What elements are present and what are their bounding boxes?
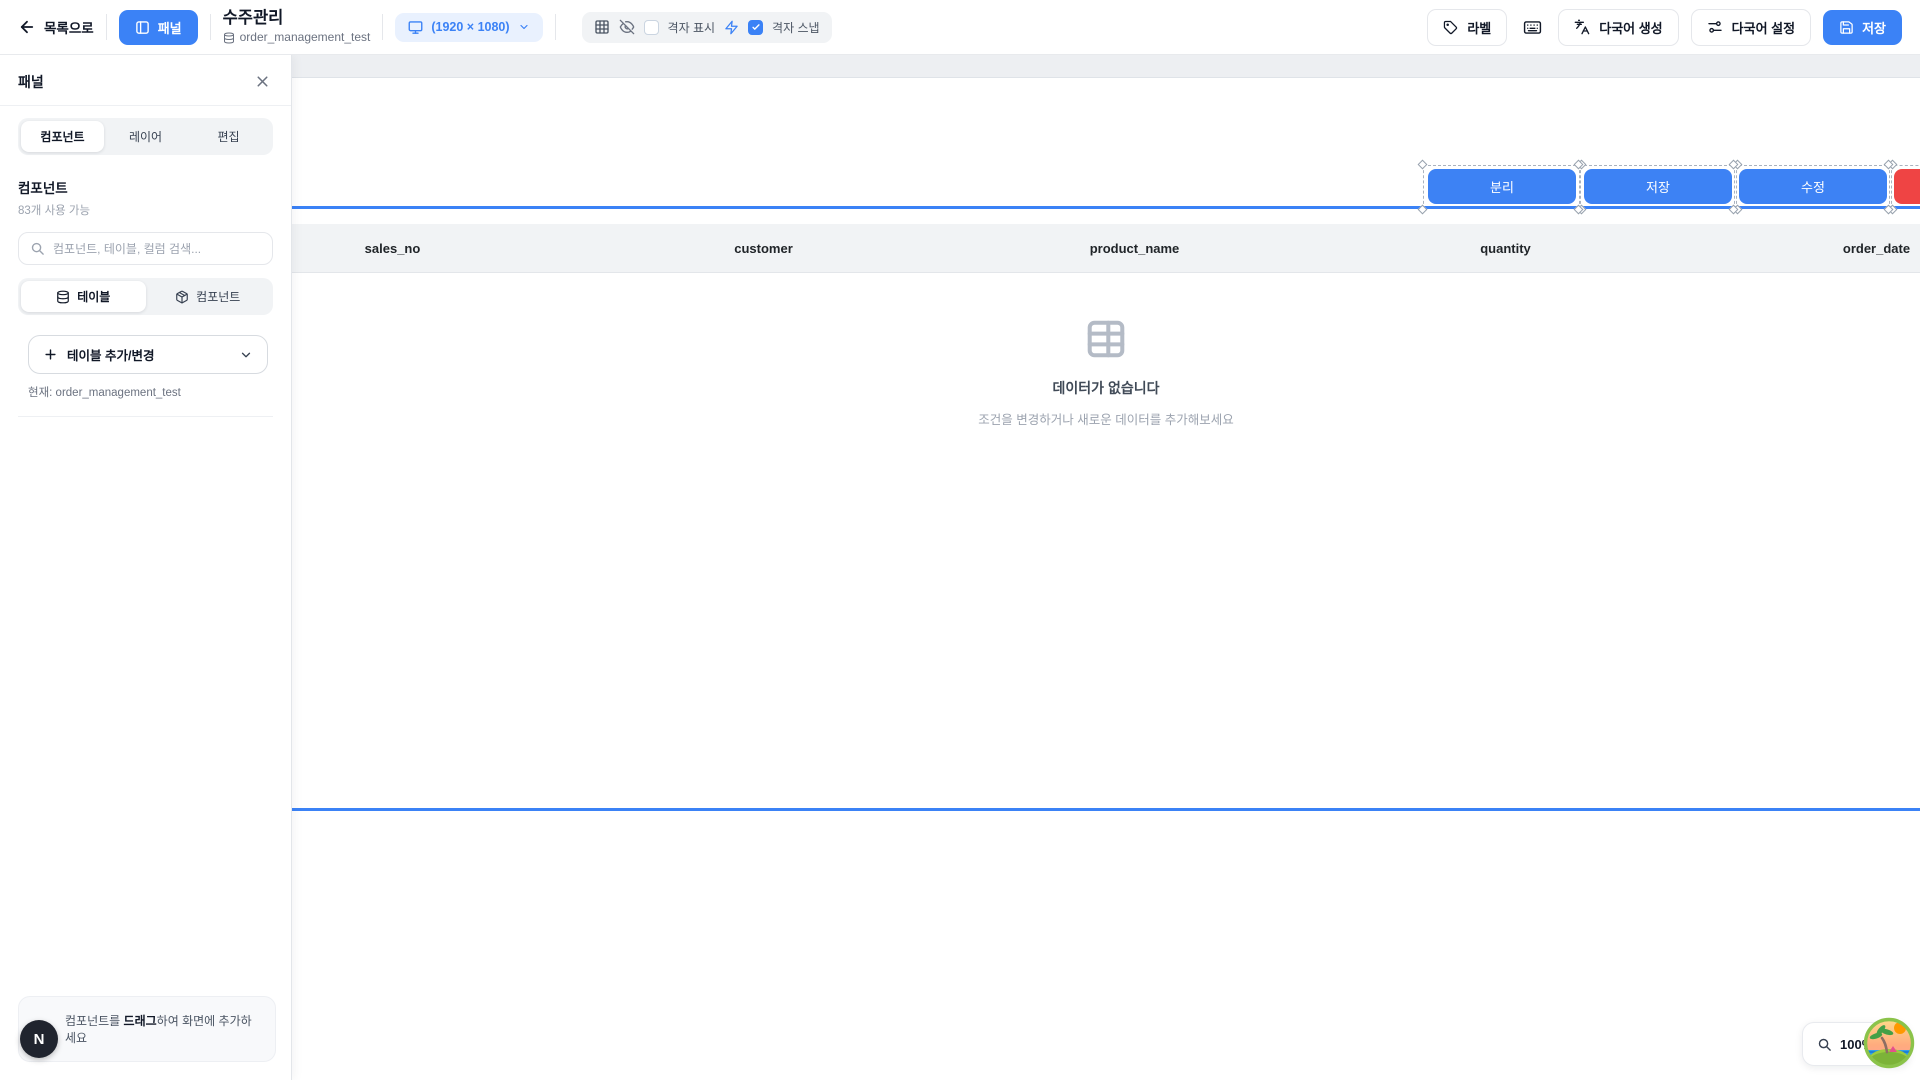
tab-components[interactable]: 컴포넌트 bbox=[21, 121, 104, 152]
lightning-icon bbox=[724, 20, 739, 35]
tab-edit[interactable]: 편집 bbox=[187, 121, 270, 152]
monitor-icon bbox=[408, 20, 423, 35]
save-button[interactable]: 저장 bbox=[1823, 10, 1902, 45]
empty-state-title: 데이터가 없습니다 bbox=[1053, 378, 1160, 398]
bound-table-name: order_management_test bbox=[240, 31, 371, 45]
column-header[interactable]: order_date bbox=[1691, 224, 1920, 273]
column-header[interactable]: customer bbox=[578, 224, 949, 273]
eye-off-icon bbox=[619, 19, 635, 35]
page-title-block: 수주관리 order_management_test bbox=[223, 9, 371, 45]
database-icon bbox=[223, 32, 235, 44]
sliders-icon bbox=[1707, 19, 1723, 35]
hint-prefix: 컴포넌트를 bbox=[65, 1014, 124, 1028]
table-selection-bottom-edge bbox=[292, 808, 1920, 811]
source-tables-button[interactable]: 테이블 bbox=[21, 281, 146, 312]
collaborator-avatar[interactable]: N bbox=[20, 1020, 58, 1058]
column-header[interactable]: sales_no bbox=[292, 224, 578, 273]
app: 목록으로 패널 수주관리 order_management_test (1920… bbox=[0, 0, 1920, 1080]
components-section-title: 컴포넌트 bbox=[18, 177, 273, 197]
save-button-text: 저장 bbox=[1862, 18, 1886, 37]
add-table-dropdown[interactable]: 테이블 추가/변경 bbox=[28, 335, 268, 374]
canvas-save-button[interactable]: 저장 bbox=[1584, 169, 1732, 204]
table-header-row: sales_no customer product_name quantity … bbox=[292, 224, 1920, 273]
panel-tabs: 컴포넌트 레이어 편집 bbox=[18, 118, 273, 155]
empty-table-icon bbox=[1083, 316, 1129, 362]
component-search[interactable] bbox=[18, 232, 273, 265]
empty-state-subtitle: 조건을 변경하거나 새로운 데이터를 추가해보세요 bbox=[978, 409, 1233, 428]
selection-box[interactable]: 분리 bbox=[1423, 165, 1581, 209]
add-table-label: 테이블 추가/변경 bbox=[67, 345, 154, 364]
label-button[interactable]: 라벨 bbox=[1427, 9, 1507, 46]
package-icon bbox=[175, 290, 189, 304]
grid-show-checkbox[interactable] bbox=[644, 20, 659, 35]
keyboard-shortcuts-button[interactable] bbox=[1519, 14, 1546, 41]
divider bbox=[210, 14, 211, 40]
table-selection-top-edge bbox=[292, 206, 1920, 209]
panel-toggle-button[interactable]: 패널 bbox=[119, 10, 198, 45]
grid-snap-label: 격자 스냅 bbox=[772, 19, 820, 36]
magnifier-icon bbox=[1817, 1037, 1832, 1052]
i18n-settings-button[interactable]: 다국어 설정 bbox=[1691, 9, 1811, 46]
back-to-list-button[interactable]: 목록으로 bbox=[18, 17, 94, 37]
resolution-dropdown[interactable]: (1920 × 1080) bbox=[395, 13, 542, 42]
avatar-initial: N bbox=[34, 1031, 45, 1048]
selection-box[interactable]: 수정 bbox=[1734, 165, 1892, 209]
component-panel: 패널 컴포넌트 레이어 편집 컴포넌트 83개 사용 가능 테이블 bbox=[0, 55, 292, 1080]
source-tables-label: 테이블 bbox=[77, 288, 110, 305]
current-table-label: 현재: order_management_test bbox=[28, 384, 263, 400]
panel-title: 패널 bbox=[18, 72, 44, 92]
search-input[interactable] bbox=[53, 242, 261, 256]
i18n-settings-text: 다국어 설정 bbox=[1732, 18, 1795, 37]
components-count: 83개 사용 가능 bbox=[18, 202, 273, 218]
drag-hint: 컴포넌트를 드래그하여 화면에 추가하세요 bbox=[18, 996, 276, 1062]
grid-icon bbox=[594, 19, 610, 35]
page-title: 수주관리 bbox=[223, 9, 371, 28]
top-toolbar: 목록으로 패널 수주관리 order_management_test (1920… bbox=[0, 0, 1920, 55]
panel-left-icon bbox=[135, 20, 150, 35]
i18n-generate-button[interactable]: 다국어 생성 bbox=[1558, 9, 1678, 46]
save-icon bbox=[1839, 20, 1854, 35]
canvas-separate-button[interactable]: 분리 bbox=[1428, 169, 1576, 204]
chevron-down-icon bbox=[239, 348, 253, 362]
canvas-danger-button[interactable] bbox=[1894, 169, 1920, 204]
source-components-label: 컴포넌트 bbox=[196, 288, 240, 305]
back-label: 목록으로 bbox=[44, 17, 94, 37]
divider bbox=[555, 14, 556, 40]
selection-handle[interactable] bbox=[1418, 160, 1428, 170]
plus-icon bbox=[43, 347, 58, 362]
island-badge-icon[interactable] bbox=[1862, 1016, 1916, 1070]
divider bbox=[106, 14, 107, 40]
column-header[interactable]: product_name bbox=[949, 224, 1320, 273]
selection-box[interactable]: 저장 bbox=[1579, 165, 1737, 209]
selection-box[interactable] bbox=[1889, 165, 1920, 209]
table-empty-state: 데이터가 없습니다 조건을 변경하거나 새로운 데이터를 추가해보세요 bbox=[292, 316, 1920, 428]
tab-layers[interactable]: 레이어 bbox=[104, 121, 187, 152]
database-icon bbox=[56, 290, 70, 304]
i18n-generate-text: 다국어 생성 bbox=[1599, 18, 1662, 37]
tag-icon bbox=[1443, 20, 1458, 35]
divider bbox=[18, 416, 273, 417]
panel-button-label: 패널 bbox=[158, 18, 182, 37]
canvas-top-strip bbox=[292, 55, 1920, 78]
canvas-edit-button[interactable]: 수정 bbox=[1739, 169, 1887, 204]
arrow-left-icon bbox=[18, 18, 36, 36]
source-components-button[interactable]: 컴포넌트 bbox=[146, 281, 271, 312]
panel-close-button[interactable] bbox=[252, 71, 273, 92]
grid-options-group: 격자 표시 격자 스냅 bbox=[582, 12, 832, 43]
hint-bold: 드래그 bbox=[124, 1014, 157, 1028]
grid-snap-checkbox[interactable] bbox=[748, 20, 763, 35]
column-header[interactable]: quantity bbox=[1320, 224, 1691, 273]
source-toggle: 테이블 컴포넌트 bbox=[18, 278, 273, 315]
close-icon bbox=[254, 73, 271, 90]
toolbar-right-group: 라벨 다국어 생성 다국어 설정 저장 bbox=[1427, 9, 1902, 46]
grid-show-label: 격자 표시 bbox=[668, 19, 716, 36]
search-icon bbox=[30, 241, 45, 256]
resolution-label: (1920 × 1080) bbox=[431, 20, 509, 34]
languages-icon bbox=[1574, 19, 1590, 35]
divider bbox=[382, 14, 383, 40]
keyboard-icon bbox=[1523, 18, 1542, 37]
chevron-down-icon bbox=[518, 21, 530, 33]
label-button-text: 라벨 bbox=[1467, 18, 1491, 37]
